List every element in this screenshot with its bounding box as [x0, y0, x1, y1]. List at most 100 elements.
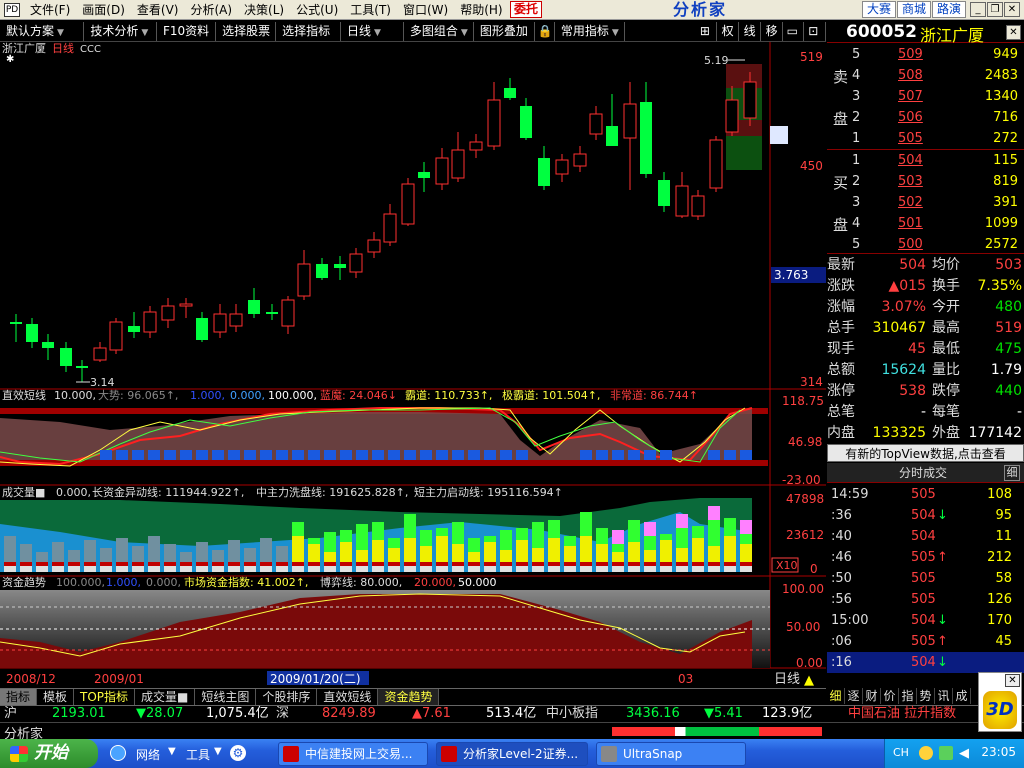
ask-row-1[interactable]: 1 505 272 [852, 127, 1022, 149]
right-tab-0[interactable]: 细 [827, 688, 845, 704]
bid-row-3[interactable]: 3 502 391 [852, 191, 1022, 213]
taskbar-task-ultrasnap[interactable]: UltraSnap [596, 742, 746, 766]
news-scroll[interactable]: 中国石油 拉升指数 [848, 706, 956, 722]
yi-button[interactable]: 移 [761, 21, 783, 41]
topview-button[interactable]: 有新的TopView数据,点击查看 [827, 444, 1024, 462]
close-icon[interactable]: ✕ [1004, 2, 1020, 17]
app-window: PD 文件(F) 画面(D) 查看(V) 分析(A) 决策(L) 公式(U) 工… [0, 0, 1024, 768]
xian-button[interactable]: 线 [739, 21, 761, 41]
app-icon[interactable]: PD [4, 2, 20, 17]
crosshair-icon[interactable]: ⊞ [695, 21, 717, 41]
menu-formula[interactable]: 公式(U) [290, 1, 344, 18]
menu-tools[interactable]: 工具(T) [344, 1, 397, 18]
ask-row-2[interactable]: 2 506 716 [852, 106, 1022, 128]
quan-button[interactable]: 权 [717, 21, 739, 41]
trade-price: 505 [911, 592, 936, 607]
tray-network-icon[interactable] [939, 746, 953, 760]
trade-row: :46 505 ↑ 212 [827, 547, 1024, 568]
trade-row: :06 505 ↑ 45 [827, 631, 1024, 652]
right-tab-5[interactable]: 势 [917, 688, 935, 704]
popup-close-icon[interactable]: ✕ [1005, 674, 1020, 687]
zhongxin-app-icon [283, 746, 299, 762]
stat-label: 现手 [827, 341, 855, 357]
ask-row-5[interactable]: 5 509 949 [852, 43, 1022, 65]
menu-help[interactable]: 帮助(H) [454, 1, 508, 18]
shangcheng-button[interactable]: 商城 [897, 1, 932, 18]
right-tab-3[interactable]: 价 [881, 688, 899, 704]
tools-toolbar[interactable]: 工具 [186, 746, 210, 763]
scheme-dropdown[interactable]: 默认方案 ▼ [0, 21, 85, 41]
overlay-button[interactable]: 图形叠加 [474, 21, 535, 41]
multi-chart-dropdown[interactable]: 多图组合 ▼ [404, 21, 474, 41]
bottom-tab-7[interactable]: 资金趋势 [378, 689, 440, 705]
period-switch[interactable]: 日线 [774, 672, 800, 687]
bid-row-1[interactable]: 1 504 115 [852, 149, 1022, 171]
select-indicator-button[interactable]: 选择指标 [276, 21, 341, 41]
bid-row-5[interactable]: 5 500 2572 [852, 233, 1022, 255]
menu-analysis[interactable]: 分析(A) [184, 1, 238, 18]
3d-logo[interactable]: 3D [983, 691, 1017, 729]
lujing-button[interactable]: 路演 [932, 1, 967, 18]
ask-row-4[interactable]: 4 508 2483 [852, 64, 1022, 86]
ie-icon[interactable] [110, 745, 126, 761]
f10-button[interactable]: F10资料 [157, 21, 217, 41]
right-tab-1[interactable]: 逐 [845, 688, 863, 704]
bottom-tab-4[interactable]: 短线主图 [195, 689, 257, 705]
panel-toggle-icon[interactable]: ▭ [783, 21, 805, 41]
trade-time: :40 [831, 529, 852, 544]
tray-app-icon[interactable] [919, 746, 933, 760]
net-dropdown-icon[interactable]: ▼ [168, 746, 176, 757]
bottom-tab-5[interactable]: 个股排序 [256, 689, 318, 705]
right-tab-7[interactable]: 成 [953, 688, 971, 704]
period-dropdown[interactable]: 日线 ▼ [341, 21, 404, 41]
right-tab-6[interactable]: 讯 [935, 688, 953, 704]
bottom-tab-0[interactable]: 指标 [0, 689, 38, 705]
select-stock-button[interactable]: 选择股票 [216, 21, 277, 41]
shen-change: ▲7.61 [412, 706, 451, 721]
expand-icon[interactable]: ⊡ [804, 21, 826, 41]
date-axis: 2008/12 2009/01 2009/01/20(二) 03 [0, 670, 770, 686]
tech-analysis-dropdown[interactable]: 技术分析 ▼ [84, 21, 157, 41]
settings-gear-icon[interactable]: ⚙ [230, 745, 246, 761]
net-toolbar[interactable]: 网络 [136, 746, 160, 763]
volume-name: 成交量■ [2, 485, 45, 499]
restore-icon[interactable]: ❐ [987, 2, 1003, 17]
bottom-tab-3[interactable]: 成交量■ [135, 689, 196, 705]
menu-file[interactable]: 文件(F) [24, 1, 76, 18]
menu-view[interactable]: 查看(V) [131, 1, 185, 18]
menu-window[interactable]: 窗口(W) [397, 1, 454, 18]
right-tab-4[interactable]: 指 [899, 688, 917, 704]
common-indicator-dropdown[interactable]: 常用指标 ▼ [555, 21, 625, 41]
language-indicator[interactable]: CH [893, 746, 909, 759]
taskbar-task-zhongxin[interactable]: 中信建投网上交易... [278, 742, 428, 766]
zhixiao-axis-mid: 46.98 [788, 435, 822, 449]
bid-row-4[interactable]: 4 501 1099 [852, 212, 1022, 234]
taskbar-task-fenxijia[interactable]: 分析家Level-2证券... [436, 742, 588, 766]
shen-index: 8249.89 [322, 706, 376, 721]
bottom-tab-2[interactable]: TOP指标 [74, 689, 136, 705]
zhixiao-val: 10.000, [54, 389, 96, 402]
minimize-icon[interactable]: _ [970, 2, 986, 17]
bid-row-2[interactable]: 2 503 819 [852, 170, 1022, 192]
weituo-button[interactable]: 委托 [510, 1, 542, 18]
volume-axis-mid: 23612 [786, 528, 824, 542]
stat-value: 7.35% [977, 278, 1022, 294]
lock-icon[interactable]: 🔒 [535, 21, 555, 41]
menu-decision[interactable]: 决策(L) [238, 1, 290, 18]
bottom-tab-1[interactable]: 模板 [37, 689, 75, 705]
right-tab-2[interactable]: 财 [863, 688, 881, 704]
bottom-tab-6[interactable]: 直效短线 [317, 689, 379, 705]
kline-chart[interactable]: 浙江广厦 日线 CCC ✱ 519 450 314 3.763 5.19 3.1… [0, 42, 826, 688]
trade-volume: 58 [995, 571, 1012, 586]
panel-close-icon[interactable]: ✕ [1006, 25, 1021, 40]
trade-volume: 108 [987, 487, 1012, 502]
dasai-button[interactable]: 大赛 [862, 1, 897, 18]
ask-row-3[interactable]: 3 507 1340 [852, 85, 1022, 107]
stat-label: 外盘 [932, 425, 960, 441]
tools-dropdown-icon[interactable]: ▼ [214, 746, 222, 757]
fenshi-detail-button[interactable]: 细 [1004, 465, 1020, 481]
menu-view-screen[interactable]: 画面(D) [76, 1, 131, 18]
ask-level: 1 [852, 130, 861, 146]
tray-volume-icon[interactable]: ◀ [959, 746, 969, 761]
period-switch-triangle-icon[interactable]: ▲ [804, 673, 814, 688]
